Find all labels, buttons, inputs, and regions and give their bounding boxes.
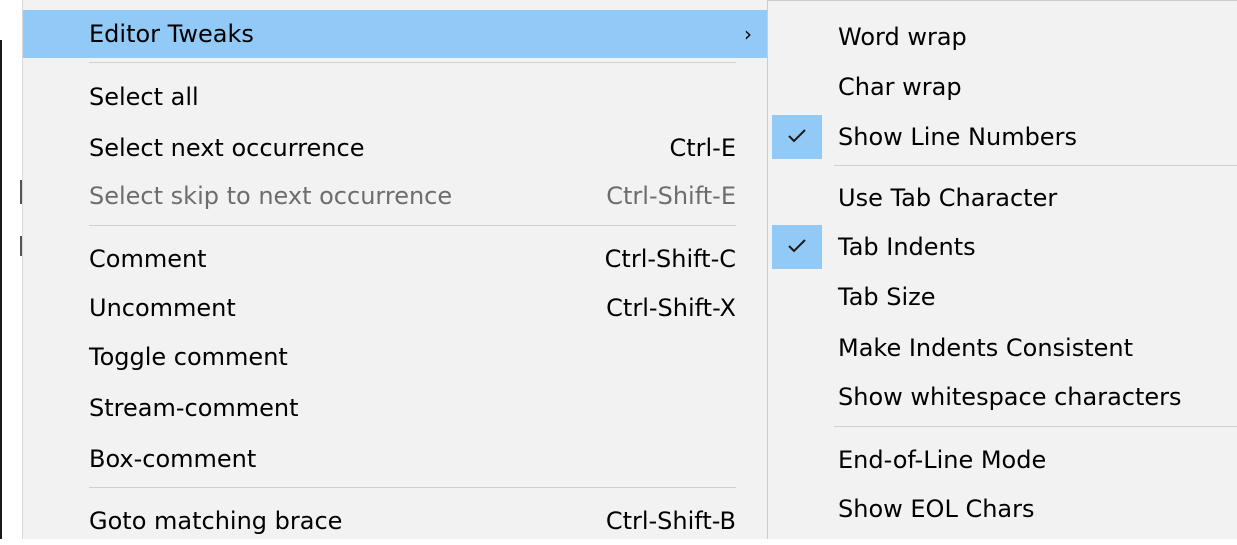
submenu-arrow-icon: › [744,22,752,46]
menu-separator [834,165,1237,166]
menu-item-label: Select skip to next occurrence [89,182,453,210]
menu-item-label: Editor Tweaks [89,20,254,48]
menu-separator [89,225,736,226]
submenu-item-tab-size[interactable]: Tab Size [768,273,1237,321]
menu-item-comment[interactable]: Comment Ctrl-Shift-C [23,235,774,283]
menu-item-toggle-comment[interactable]: Toggle comment [23,333,774,381]
menu-item-label: Box-comment [89,445,257,473]
menu-separator [89,62,736,63]
editor-tweaks-submenu: Word wrap Char wrap Show Line Numbers Us… [767,0,1237,539]
menu-item-label: Char wrap [838,73,962,101]
submenu-item-show-eol-chars[interactable]: Show EOL Chars [768,485,1237,533]
edit-context-menu: Editor Tweaks › Select all Select next o… [22,0,774,539]
menu-item-label: Tab Indents [838,233,976,261]
submenu-item-make-indents-consistent[interactable]: Make Indents Consistent [768,324,1237,372]
menu-item-stream-comment[interactable]: Stream-comment [23,384,774,432]
menu-item-label: Show Line Numbers [838,123,1077,151]
menu-item-editor-tweaks[interactable]: Editor Tweaks › [23,10,774,58]
menu-item-label: Select next occurrence [89,134,365,162]
menu-item-goto-matching-brace[interactable]: Goto matching brace Ctrl-Shift-B [23,497,774,545]
submenu-item-tab-indents[interactable]: Tab Indents [768,223,1237,271]
menu-item-select-skip-next-occurrence: Select skip to next occurrence Ctrl-Shif… [23,172,774,220]
menu-item-label: Word wrap [838,23,967,51]
submenu-item-char-wrap[interactable]: Char wrap [768,63,1237,111]
menu-item-label: Make Indents Consistent [838,334,1134,362]
menu-item-shortcut: Ctrl-Shift-X [606,294,736,322]
menu-item-label: Tab Size [838,283,936,311]
submenu-item-end-of-line-mode[interactable]: End-of-Line Mode [768,436,1237,484]
menu-item-uncomment[interactable]: Uncomment Ctrl-Shift-X [23,284,774,332]
menu-item-label: Show EOL Chars [838,495,1035,523]
checkmark-icon [772,225,822,269]
checkmark-icon [772,115,822,159]
menu-separator [89,487,736,488]
menu-item-shortcut: Ctrl-Shift-E [606,182,736,210]
menu-item-label: End-of-Line Mode [838,446,1047,474]
menu-item-label: Stream-comment [89,394,299,422]
menu-item-label: Uncomment [89,294,236,322]
menu-item-select-all[interactable]: Select all [23,73,774,121]
menu-separator [834,426,1237,427]
menu-item-shortcut: Ctrl-Shift-B [605,507,736,535]
menu-item-label: Toggle comment [89,343,288,371]
submenu-item-show-line-numbers[interactable]: Show Line Numbers [768,113,1237,161]
menu-item-label: Use Tab Character [838,184,1058,212]
menu-item-label: Show whitespace characters [838,383,1182,411]
menu-item-select-next-occurrence[interactable]: Select next occurrence Ctrl-E [23,124,774,172]
menu-item-box-comment[interactable]: Box-comment [23,435,774,483]
menu-item-label: Comment [89,245,207,273]
submenu-item-word-wrap[interactable]: Word wrap [768,13,1237,61]
submenu-item-use-tab-character[interactable]: Use Tab Character [768,174,1237,222]
window-edge [0,40,2,539]
submenu-item-show-whitespace[interactable]: Show whitespace characters [768,373,1237,421]
menu-item-shortcut: Ctrl-E [669,134,736,162]
menu-item-shortcut: Ctrl-Shift-C [604,245,736,273]
menu-item-label: Goto matching brace [89,507,343,535]
menu-item-label: Select all [89,83,199,111]
